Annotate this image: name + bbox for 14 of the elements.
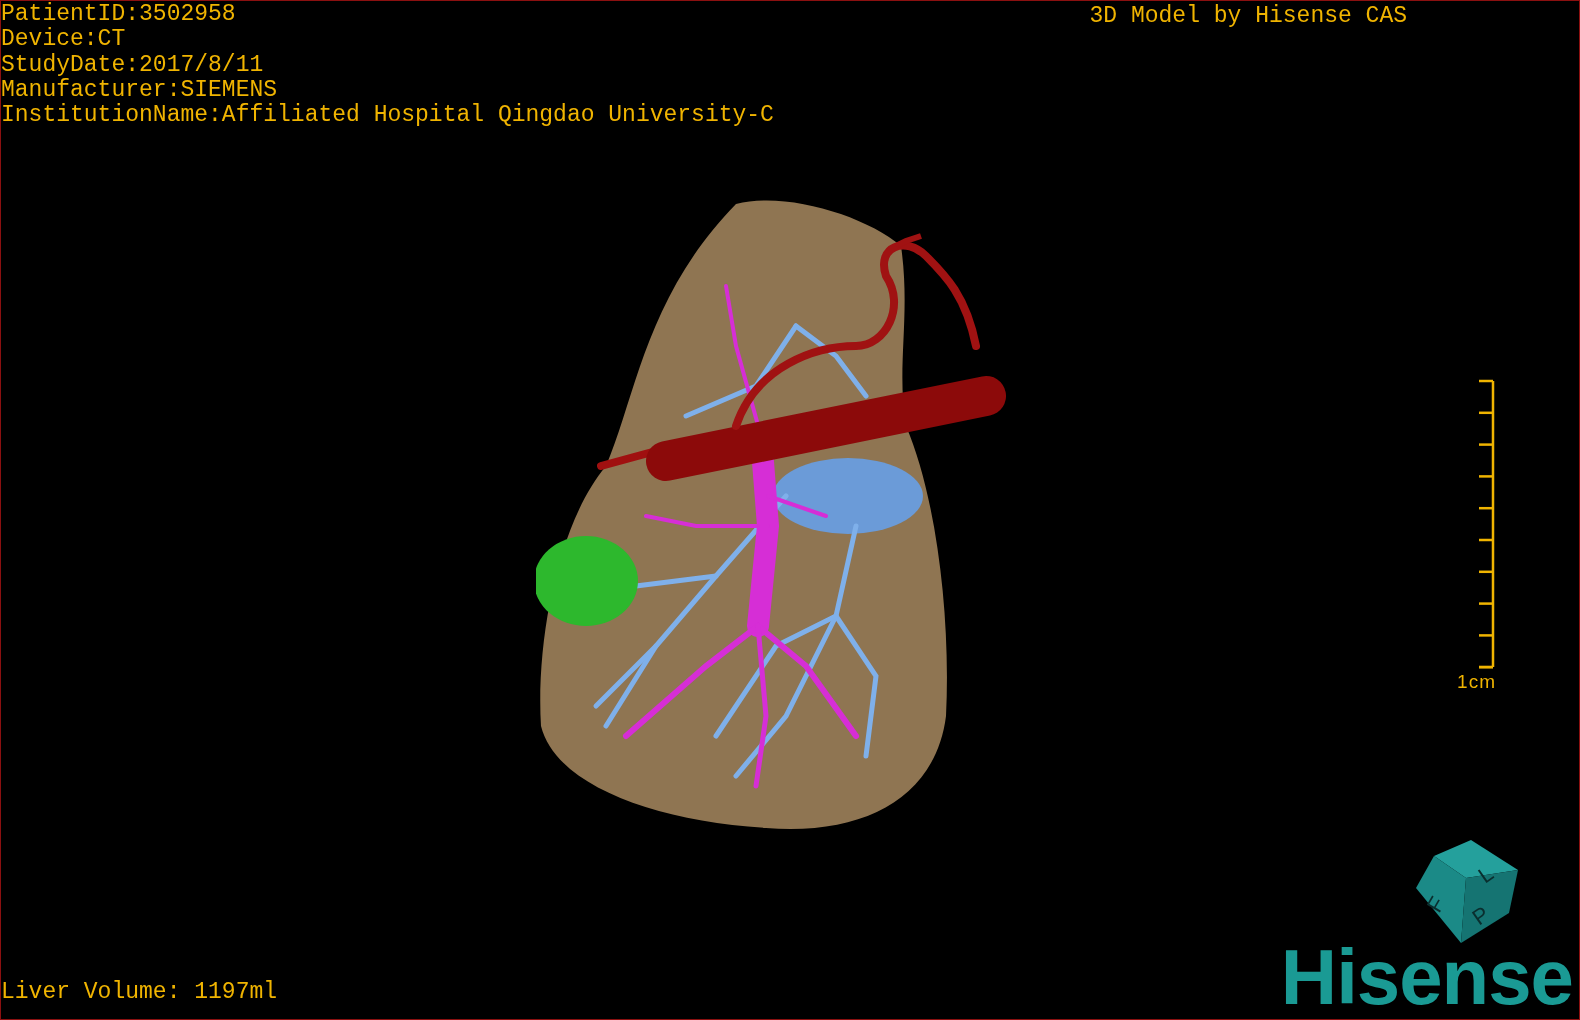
patient-info-text: PatientID:3502958 (1, 2, 237, 27)
patient-info-text: Manufacturer:SIEMENS (1, 77, 279, 103)
orientation-cube-icon[interactable] (1416, 840, 1518, 943)
cube-face-label: P (1467, 901, 1494, 931)
liver-volume-text: Liver Volume: 1197ml (1, 978, 278, 1006)
patient-info-text: InstitutionName:Affiliated Hospital Qingdao University-C (1, 103, 774, 129)
scale-bar-icon (1476, 379, 1496, 669)
cube-face-label: F (1421, 892, 1451, 917)
patient-info-text: StudyDate:2017/8/11 (1, 52, 265, 78)
patient-info-text: Device:CT (1, 27, 127, 53)
model-title: 3D Model by Hisense CAS (1089, 2, 1407, 31)
brand-logo: Hisense (1280, 946, 1573, 1008)
cube-face-label: L (1473, 860, 1498, 889)
scale-label: 1cm (1457, 671, 1496, 693)
